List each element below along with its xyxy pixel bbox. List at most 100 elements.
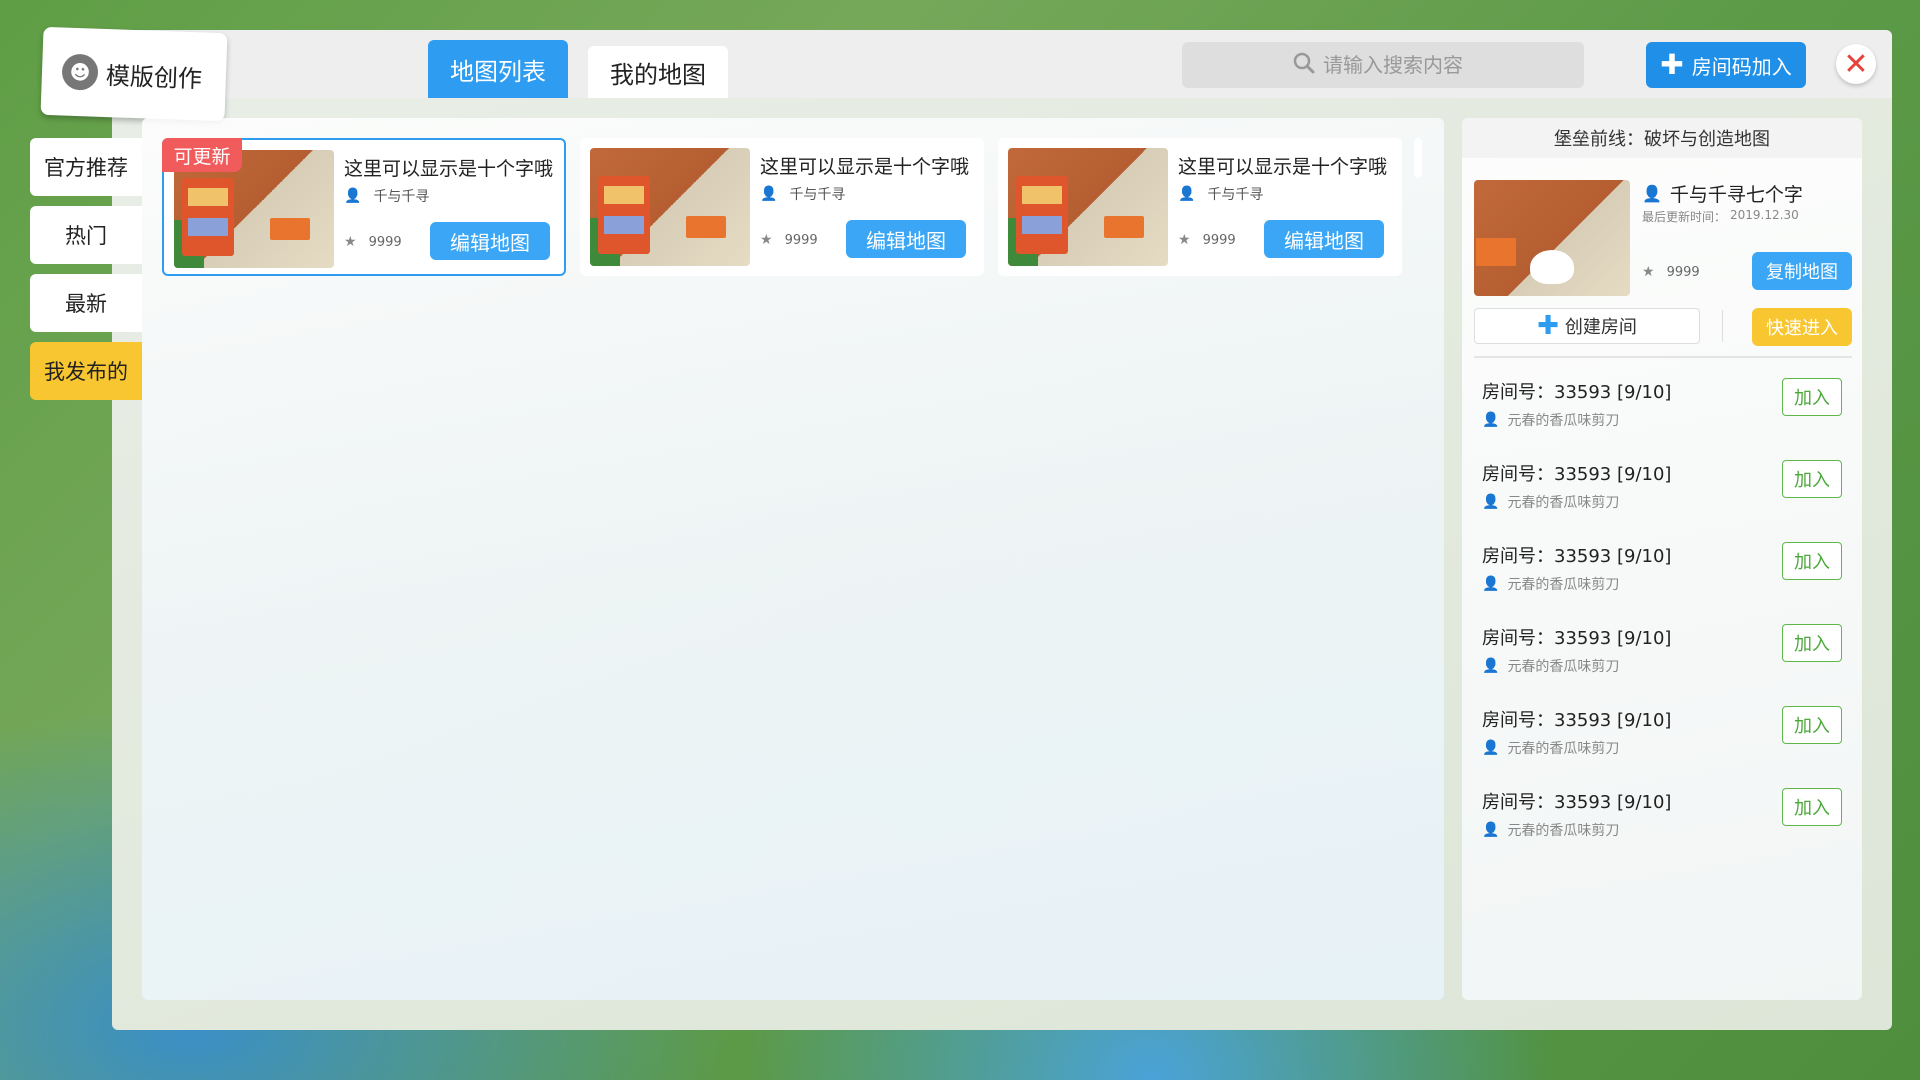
sidebar-item-my-published[interactable]: 我发布的 [30,342,142,400]
room-owner-name: 元春的香瓜味剪刀 [1507,741,1620,757]
join-by-code-button[interactable]: ✚ 房间码加入 [1646,42,1806,88]
edit-map-button[interactable]: 编辑地图 [430,222,550,260]
top-bar [112,30,1892,98]
map-rating: ★ 9999 [344,234,402,250]
detail-updated: 最后更新时间： 2019.12.30 [1642,208,1799,225]
map-author-name: 千与千寻 [789,187,846,203]
app-title-card: ☻ 模版创作 [40,26,228,122]
scrollbar-thumb[interactable] [1414,138,1422,178]
user-icon: 👤 [344,188,362,204]
edit-map-button[interactable]: 编辑地图 [846,220,966,258]
user-icon: 👤 [1642,184,1662,203]
search-box[interactable] [1182,42,1584,88]
room-id: 房间号：33593 [9/10] [1482,382,1672,403]
room-owner: 👤 元春的香瓜味剪刀 [1482,574,1619,594]
map-author: 👤 千与千寻 [344,186,429,206]
map-name: 这里可以显示是十个字哦 [760,156,970,178]
create-room-button[interactable]: ✚ 创建房间 [1474,308,1700,344]
search-icon [1293,52,1315,79]
room-row: 房间号：33593 [9/10] 👤 元春的香瓜味剪刀 加入 [1482,542,1852,608]
map-rating: ★ 9999 [1178,232,1236,248]
detail-title: 堡垒前线：破坏与创造地图 [1462,118,1862,158]
map-author: 👤 千与千寻 [1178,184,1263,204]
user-icon: 👤 [1178,186,1196,202]
map-card[interactable]: 这里可以显示是十个字哦 👤 千与千寻 ★ 9999 编辑地图 [998,138,1402,276]
map-card[interactable]: 这里可以显示是十个字哦 👤 千与千寻 ★ 9999 编辑地图 [580,138,984,276]
updated-date: 2019.12.30 [1730,208,1799,222]
map-star-count: 9999 [784,232,818,248]
join-room-button[interactable]: 加入 [1782,788,1842,826]
room-row: 房间号：33593 [9/10] 👤 元春的香瓜味剪刀 加入 [1482,460,1852,526]
map-author: 👤 千与千寻 [760,184,845,204]
star-icon: ★ [760,232,773,248]
divider [1474,356,1852,358]
updated-label: 最后更新时间： [1642,210,1727,224]
map-author-name: 千与千寻 [1207,187,1264,203]
room-row: 房间号：33593 [9/10] 👤 元春的香瓜味剪刀 加入 [1482,706,1852,772]
room-owner: 👤 元春的香瓜味剪刀 [1482,820,1619,840]
close-button[interactable]: ✕ [1836,44,1876,84]
user-icon: 👤 [1482,740,1500,756]
room-owner: 👤 元春的香瓜味剪刀 [1482,492,1619,512]
star-icon: ★ [1178,232,1191,248]
search-input[interactable] [1323,53,1473,77]
app-logo-icon: ☻ [61,53,99,91]
detail-author-name: 千与千寻七个字 [1669,184,1803,206]
room-owner-name: 元春的香瓜味剪刀 [1507,413,1620,429]
room-id: 房间号：33593 [9/10] [1482,710,1672,731]
detail-star-count: 9999 [1666,264,1700,280]
join-room-button[interactable]: 加入 [1782,378,1842,416]
room-id: 房间号：33593 [9/10] [1482,628,1672,649]
map-thumbnail [590,148,750,266]
app-title: 模版创作 [105,61,203,93]
join-room-button[interactable]: 加入 [1782,542,1842,580]
detail-thumbnail [1474,180,1630,296]
plus-icon: ✚ [1660,48,1684,81]
room-id: 房间号：33593 [9/10] [1482,792,1672,813]
room-id: 房间号：33593 [9/10] [1482,464,1672,485]
map-rating: ★ 9999 [760,232,818,248]
room-row: 房间号：33593 [9/10] 👤 元春的香瓜味剪刀 加入 [1482,378,1852,444]
user-icon: 👤 [1482,658,1500,674]
join-room-button[interactable]: 加入 [1782,624,1842,662]
room-owner-name: 元春的香瓜味剪刀 [1507,659,1620,675]
join-room-button[interactable]: 加入 [1782,706,1842,744]
room-id: 房间号：33593 [9/10] [1482,546,1672,567]
room-row: 房间号：33593 [9/10] 👤 元春的香瓜味剪刀 加入 [1482,788,1852,854]
sidebar-item-official[interactable]: 官方推荐 [30,138,142,196]
user-icon: 👤 [1482,412,1500,428]
star-icon: ★ [1642,264,1655,280]
join-by-code-label: 房间码加入 [1691,54,1792,79]
sidebar-item-latest[interactable]: 最新 [30,274,142,332]
quick-join-button[interactable]: 快速进入 [1752,308,1852,346]
map-star-count: 9999 [1202,232,1236,248]
map-star-count: 9999 [368,234,402,250]
room-owner-name: 元春的香瓜味剪刀 [1507,495,1620,511]
join-room-button[interactable]: 加入 [1782,460,1842,498]
close-icon: ✕ [1843,46,1869,82]
room-owner-name: 元春的香瓜味剪刀 [1507,823,1620,839]
tab-map-list[interactable]: 地图列表 [428,40,568,98]
room-owner: 👤 元春的香瓜味剪刀 [1482,410,1619,430]
room-row: 房间号：33593 [9/10] 👤 元春的香瓜味剪刀 加入 [1482,624,1852,690]
user-icon: 👤 [1482,822,1500,838]
divider [1722,310,1723,342]
room-owner: 👤 元春的香瓜味剪刀 [1482,656,1619,676]
sidebar-item-hot[interactable]: 热门 [30,206,142,264]
map-card[interactable]: 可更新 这里可以显示是十个字哦 👤 千与千寻 ★ 9999 编辑地图 [162,138,566,276]
map-name: 这里可以显示是十个字哦 [1178,156,1388,178]
star-icon: ★ [344,234,357,250]
map-thumbnail [1008,148,1168,266]
create-room-label: 创建房间 [1564,317,1637,338]
room-owner: 👤 元春的香瓜味剪刀 [1482,738,1619,758]
user-icon: 👤 [1482,494,1500,510]
copy-map-button[interactable]: 复制地图 [1752,252,1852,290]
tab-my-maps[interactable]: 我的地图 [588,46,728,98]
user-icon: 👤 [760,186,778,202]
map-name: 这里可以显示是十个字哦 [344,158,554,180]
detail-author: 👤 千与千寻七个字 [1642,180,1803,207]
edit-map-button[interactable]: 编辑地图 [1264,220,1384,258]
detail-rating: ★ 9999 [1642,264,1700,280]
room-owner-name: 元春的香瓜味剪刀 [1507,577,1620,593]
update-badge: 可更新 [162,138,242,172]
